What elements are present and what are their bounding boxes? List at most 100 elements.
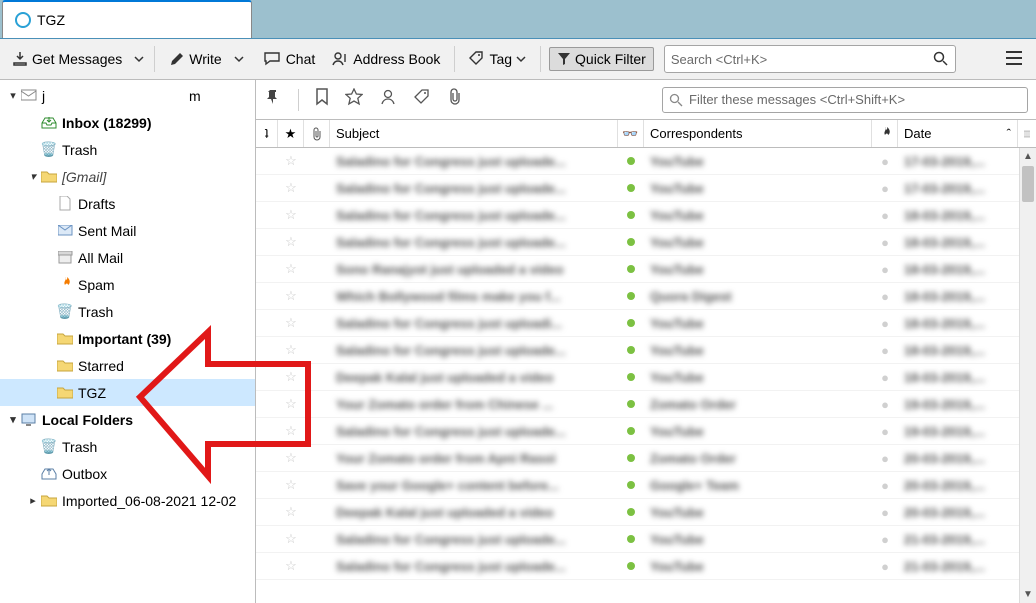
- address-book-button[interactable]: Address Book: [325, 47, 446, 71]
- write-button[interactable]: Write: [163, 47, 227, 71]
- row-read[interactable]: [618, 238, 644, 246]
- row-read[interactable]: [618, 562, 644, 570]
- message-row[interactable]: ☆Your Zomato order from Chinese ...Zomat…: [256, 391, 1036, 418]
- global-search[interactable]: Search <Ctrl+K>: [664, 45, 956, 73]
- row-junk[interactable]: ●: [872, 370, 898, 385]
- tgz-folder[interactable]: TGZ: [0, 379, 255, 406]
- row-read[interactable]: [618, 265, 644, 273]
- message-row[interactable]: ☆Your Zomato order from Apni RasoiZomato…: [256, 445, 1036, 472]
- message-row[interactable]: ☆Saladino for Congress just uploade...Yo…: [256, 553, 1036, 580]
- starred-folder[interactable]: Starred: [0, 352, 255, 379]
- row-read[interactable]: [618, 481, 644, 489]
- message-row[interactable]: ☆Saladino for Congress just uploade...Yo…: [256, 148, 1036, 175]
- row-junk[interactable]: ●: [872, 505, 898, 520]
- quick-filter-button[interactable]: Quick Filter: [549, 47, 654, 71]
- row-star[interactable]: ☆: [278, 288, 304, 304]
- row-star[interactable]: ☆: [278, 423, 304, 439]
- attachment-icon[interactable]: [447, 88, 463, 111]
- row-read[interactable]: [618, 454, 644, 462]
- row-read[interactable]: [618, 319, 644, 327]
- row-junk[interactable]: ●: [872, 397, 898, 412]
- row-star[interactable]: ☆: [278, 153, 304, 169]
- message-row[interactable]: ☆Deepak Kalal just uploaded a videoYouTu…: [256, 499, 1036, 526]
- row-read[interactable]: [618, 346, 644, 354]
- row-star[interactable]: ☆: [278, 477, 304, 493]
- get-messages-dropdown[interactable]: [132, 50, 146, 68]
- star-icon[interactable]: [345, 88, 363, 111]
- row-junk[interactable]: ●: [872, 532, 898, 547]
- message-row[interactable]: ☆Sono Ranajyot just uploaded a videoYouT…: [256, 256, 1036, 283]
- message-row[interactable]: ☆Saladino for Congress just uploadi...Yo…: [256, 310, 1036, 337]
- tag-icon[interactable]: [413, 88, 431, 111]
- col-attachment[interactable]: [304, 120, 330, 147]
- row-junk[interactable]: ●: [872, 424, 898, 439]
- row-read[interactable]: [618, 184, 644, 192]
- bookmark-icon[interactable]: [315, 88, 329, 111]
- imported-folder[interactable]: ▸ Imported_06-08-2021 12-02: [0, 487, 255, 514]
- row-read[interactable]: [618, 427, 644, 435]
- row-junk[interactable]: ●: [872, 154, 898, 169]
- row-junk[interactable]: ●: [872, 559, 898, 574]
- col-star[interactable]: ★: [278, 120, 304, 147]
- write-dropdown[interactable]: [232, 50, 246, 68]
- row-read[interactable]: [618, 373, 644, 381]
- row-junk[interactable]: ●: [872, 343, 898, 358]
- row-star[interactable]: ☆: [278, 315, 304, 331]
- col-read[interactable]: 👓: [618, 120, 644, 147]
- gmail-trash-folder[interactable]: 🗑️ Trash: [0, 298, 255, 325]
- row-read[interactable]: [618, 292, 644, 300]
- inbox-folder[interactable]: Inbox (18299): [0, 109, 255, 136]
- message-row[interactable]: ☆Saladino for Congress just uploade...Yo…: [256, 202, 1036, 229]
- row-junk[interactable]: ●: [872, 316, 898, 331]
- outbox-folder[interactable]: Outbox: [0, 460, 255, 487]
- row-junk[interactable]: ●: [872, 208, 898, 223]
- app-menu-button[interactable]: [998, 45, 1030, 74]
- message-row[interactable]: ☆Saladino for Congress just uploade...Yo…: [256, 526, 1036, 553]
- row-star[interactable]: ☆: [278, 450, 304, 466]
- row-junk[interactable]: ●: [872, 181, 898, 196]
- col-thread[interactable]: ʇ: [256, 120, 278, 147]
- gmail-folder[interactable]: ▾ [Gmail]: [0, 163, 255, 190]
- row-read[interactable]: [618, 535, 644, 543]
- col-correspondents[interactable]: Correspondents: [644, 120, 872, 147]
- row-junk[interactable]: ●: [872, 478, 898, 493]
- local-folders-node[interactable]: ▾ Local Folders: [0, 406, 255, 433]
- message-row[interactable]: ☆Saladino for Congress just uploade...Yo…: [256, 418, 1036, 445]
- col-date[interactable]: Date ˆ: [898, 120, 1018, 147]
- sent-folder[interactable]: Sent Mail: [0, 217, 255, 244]
- folder-tab[interactable]: TGZ: [2, 0, 252, 38]
- drafts-folder[interactable]: Drafts: [0, 190, 255, 217]
- scrollbar-thumb[interactable]: [1022, 166, 1034, 202]
- row-star[interactable]: ☆: [278, 234, 304, 250]
- vertical-scrollbar[interactable]: ▲ ▼: [1019, 148, 1036, 603]
- row-star[interactable]: ☆: [278, 207, 304, 223]
- row-read[interactable]: [618, 400, 644, 408]
- important-folder[interactable]: Important (39): [0, 325, 255, 352]
- row-star[interactable]: ☆: [278, 504, 304, 520]
- account-node[interactable]: ▾ j m: [0, 82, 255, 109]
- message-row[interactable]: ☆Deepak Kalal just uploaded a videoYouTu…: [256, 364, 1036, 391]
- row-junk[interactable]: ●: [872, 262, 898, 277]
- col-status[interactable]: [872, 120, 898, 147]
- row-star[interactable]: ☆: [278, 531, 304, 547]
- local-trash-folder[interactable]: 🗑️ Trash: [0, 433, 255, 460]
- pin-icon[interactable]: [264, 88, 282, 111]
- message-filter-input[interactable]: Filter these messages <Ctrl+Shift+K>: [662, 87, 1028, 113]
- message-row[interactable]: ☆Saladino for Congress just uploade...Yo…: [256, 337, 1036, 364]
- row-read[interactable]: [618, 508, 644, 516]
- trash-folder[interactable]: 🗑️ Trash: [0, 136, 255, 163]
- col-picker[interactable]: [1018, 120, 1036, 147]
- row-star[interactable]: ☆: [278, 558, 304, 574]
- row-junk[interactable]: ●: [872, 289, 898, 304]
- row-read[interactable]: [618, 157, 644, 165]
- allmail-folder[interactable]: All Mail: [0, 244, 255, 271]
- message-row[interactable]: ☆Saladino for Congress just uploade...Yo…: [256, 175, 1036, 202]
- row-star[interactable]: ☆: [278, 180, 304, 196]
- row-star[interactable]: ☆: [278, 342, 304, 358]
- chat-button[interactable]: Chat: [258, 47, 322, 71]
- message-row[interactable]: ☆Which Bollywood films make you f...Quor…: [256, 283, 1036, 310]
- message-row[interactable]: ☆Saladino for Congress just uploade...Yo…: [256, 229, 1036, 256]
- row-star[interactable]: ☆: [278, 396, 304, 412]
- message-row[interactable]: ☆Save your Google+ content before...Goog…: [256, 472, 1036, 499]
- col-subject[interactable]: Subject: [330, 120, 618, 147]
